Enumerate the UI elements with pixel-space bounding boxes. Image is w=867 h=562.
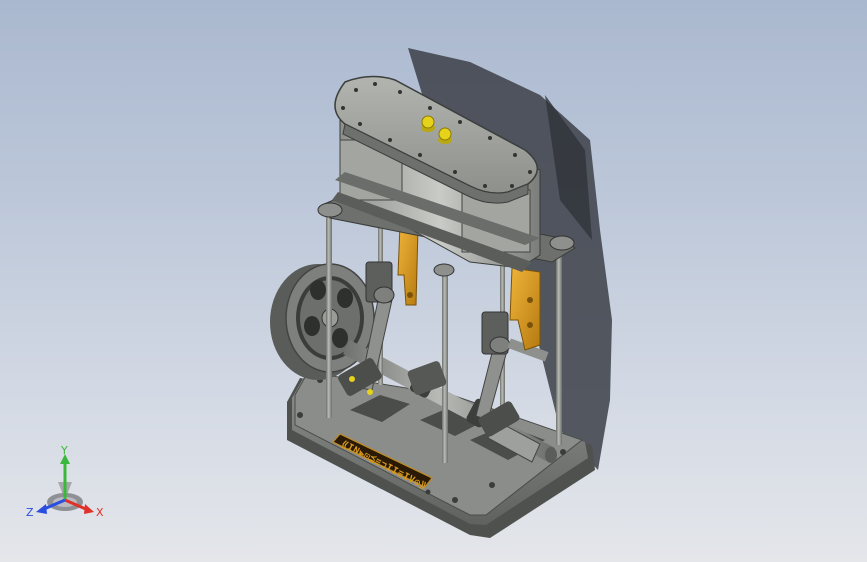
steam-engine-model[interactable]: ⟪IN⪢⊡⪳≡⊐II≡IV⊙⟫ xyxy=(0,0,867,562)
x-axis-label: X xyxy=(96,506,104,519)
z-axis-head xyxy=(36,504,47,514)
graphics-viewport[interactable]: ⟪IN⪢⊡⪳≡⊐II≡IV⊙⟫ Y X Z xyxy=(0,0,867,562)
reference-triad[interactable]: Y X Z xyxy=(22,446,108,526)
x-axis-head xyxy=(84,504,94,514)
flywheel xyxy=(270,263,375,380)
y-axis-label: Y xyxy=(60,446,68,457)
z-axis-label: Z xyxy=(26,506,34,519)
